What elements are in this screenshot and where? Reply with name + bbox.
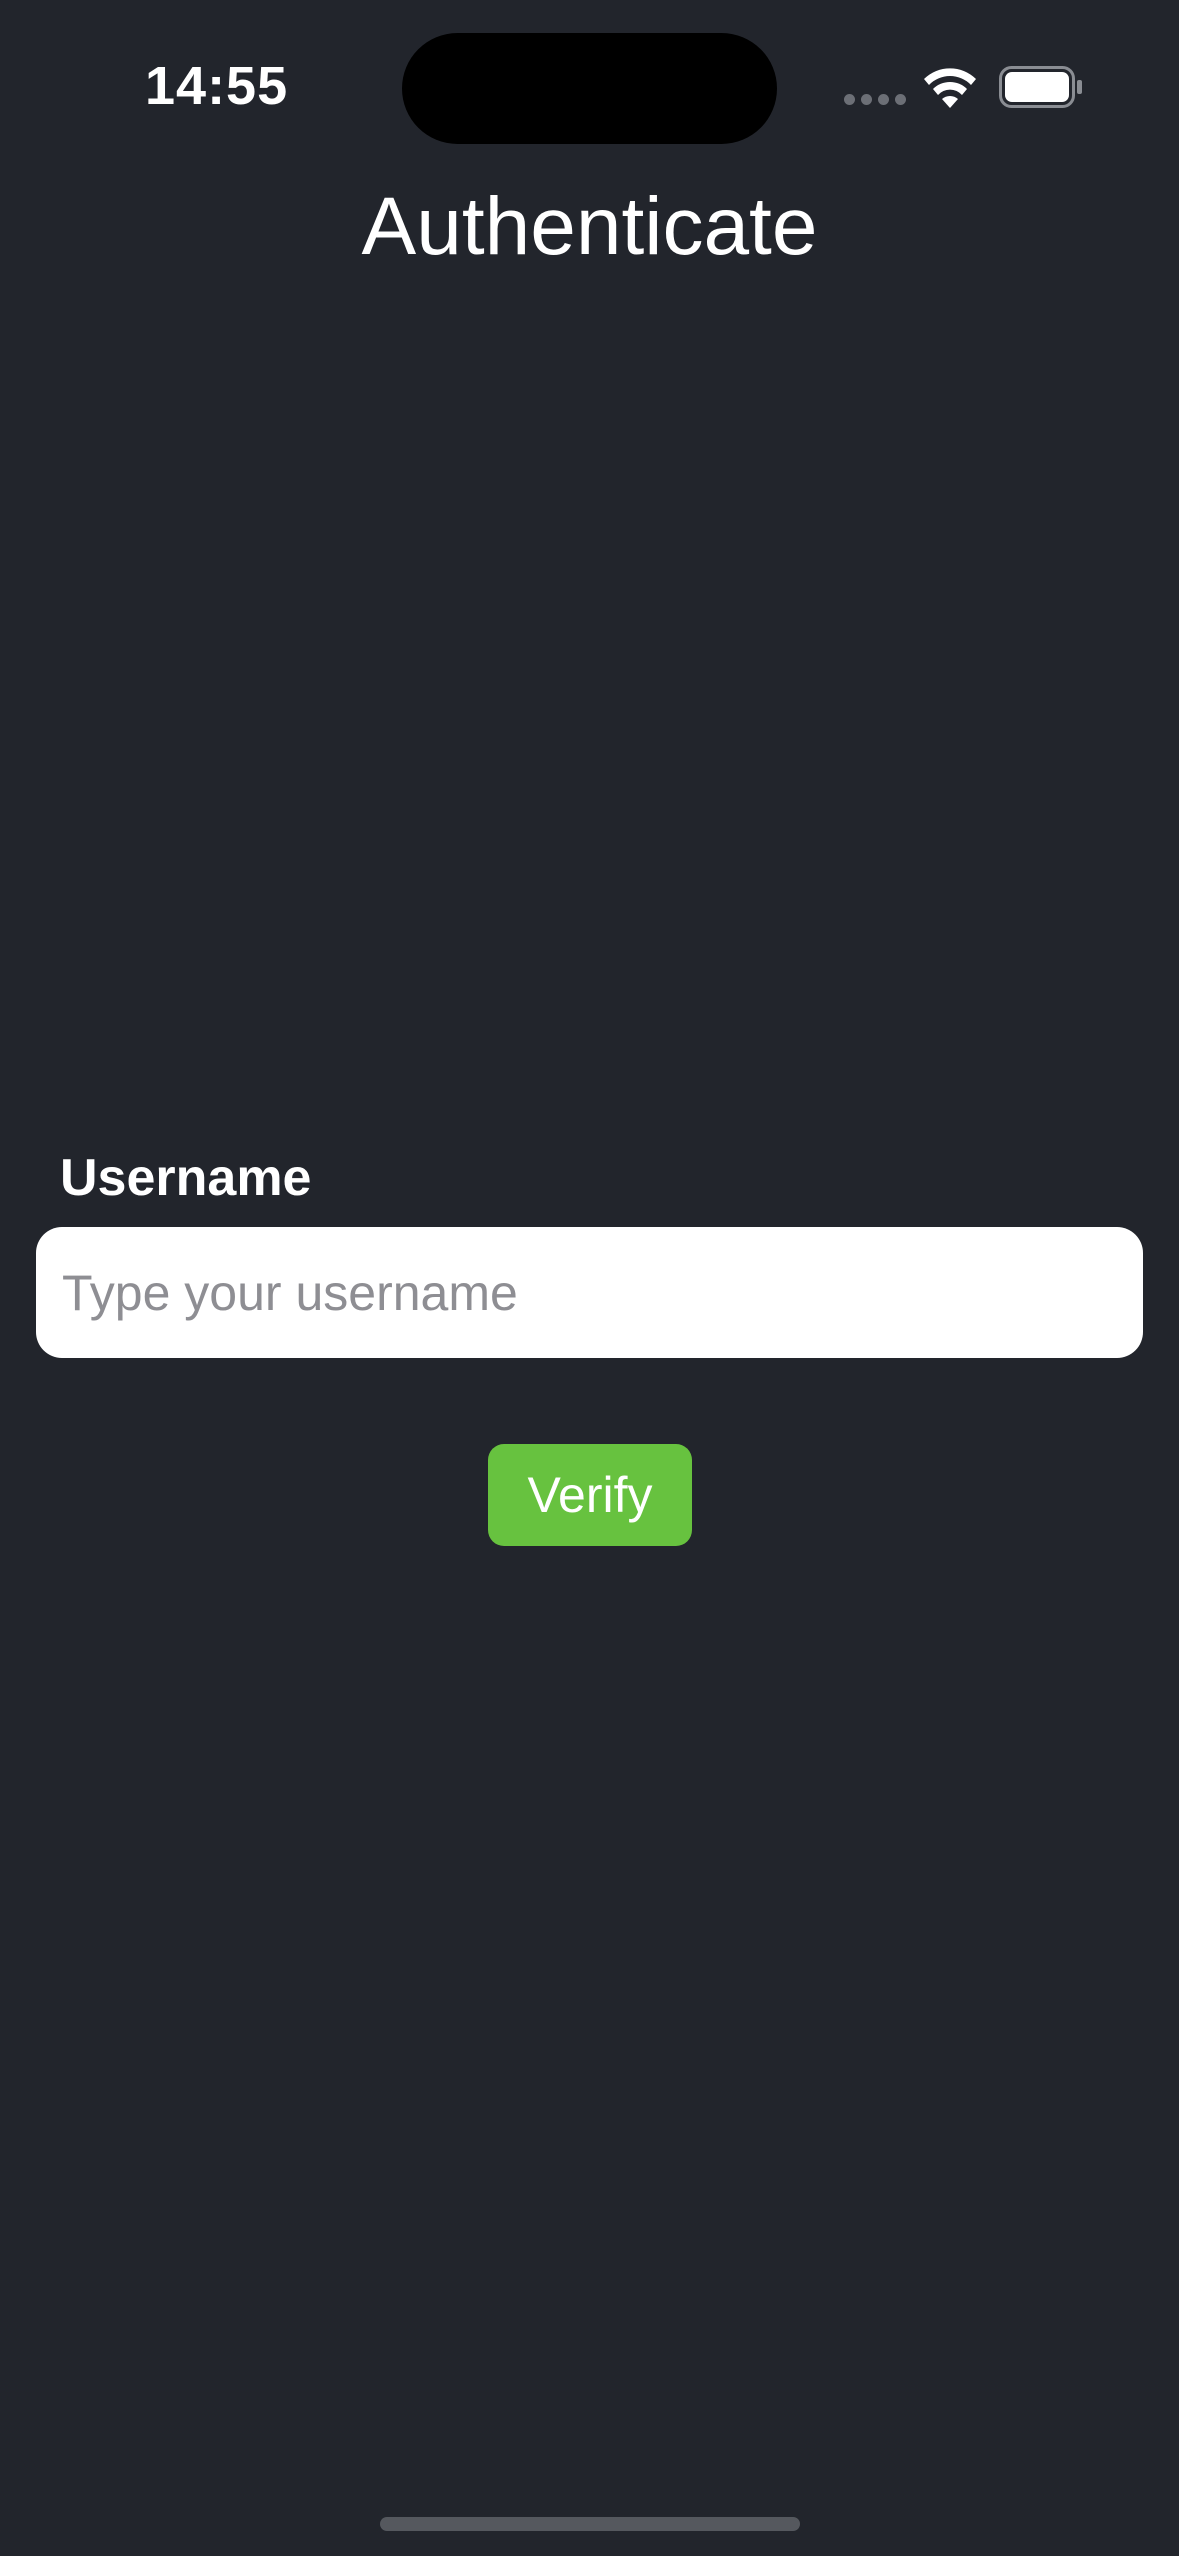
page-title: Authenticate [361,181,818,272]
battery-icon [999,66,1082,108]
username-label: Username [60,1149,312,1207]
home-indicator[interactable] [380,2517,800,2531]
username-input[interactable] [36,1227,1143,1358]
wifi-icon [924,68,976,108]
status-bar: 14:55 [0,0,1179,180]
cellular-signal-icon [844,94,906,108]
status-time: 14:55 [145,56,289,116]
dynamic-island [402,33,777,144]
verify-button[interactable]: Verify [488,1444,692,1546]
